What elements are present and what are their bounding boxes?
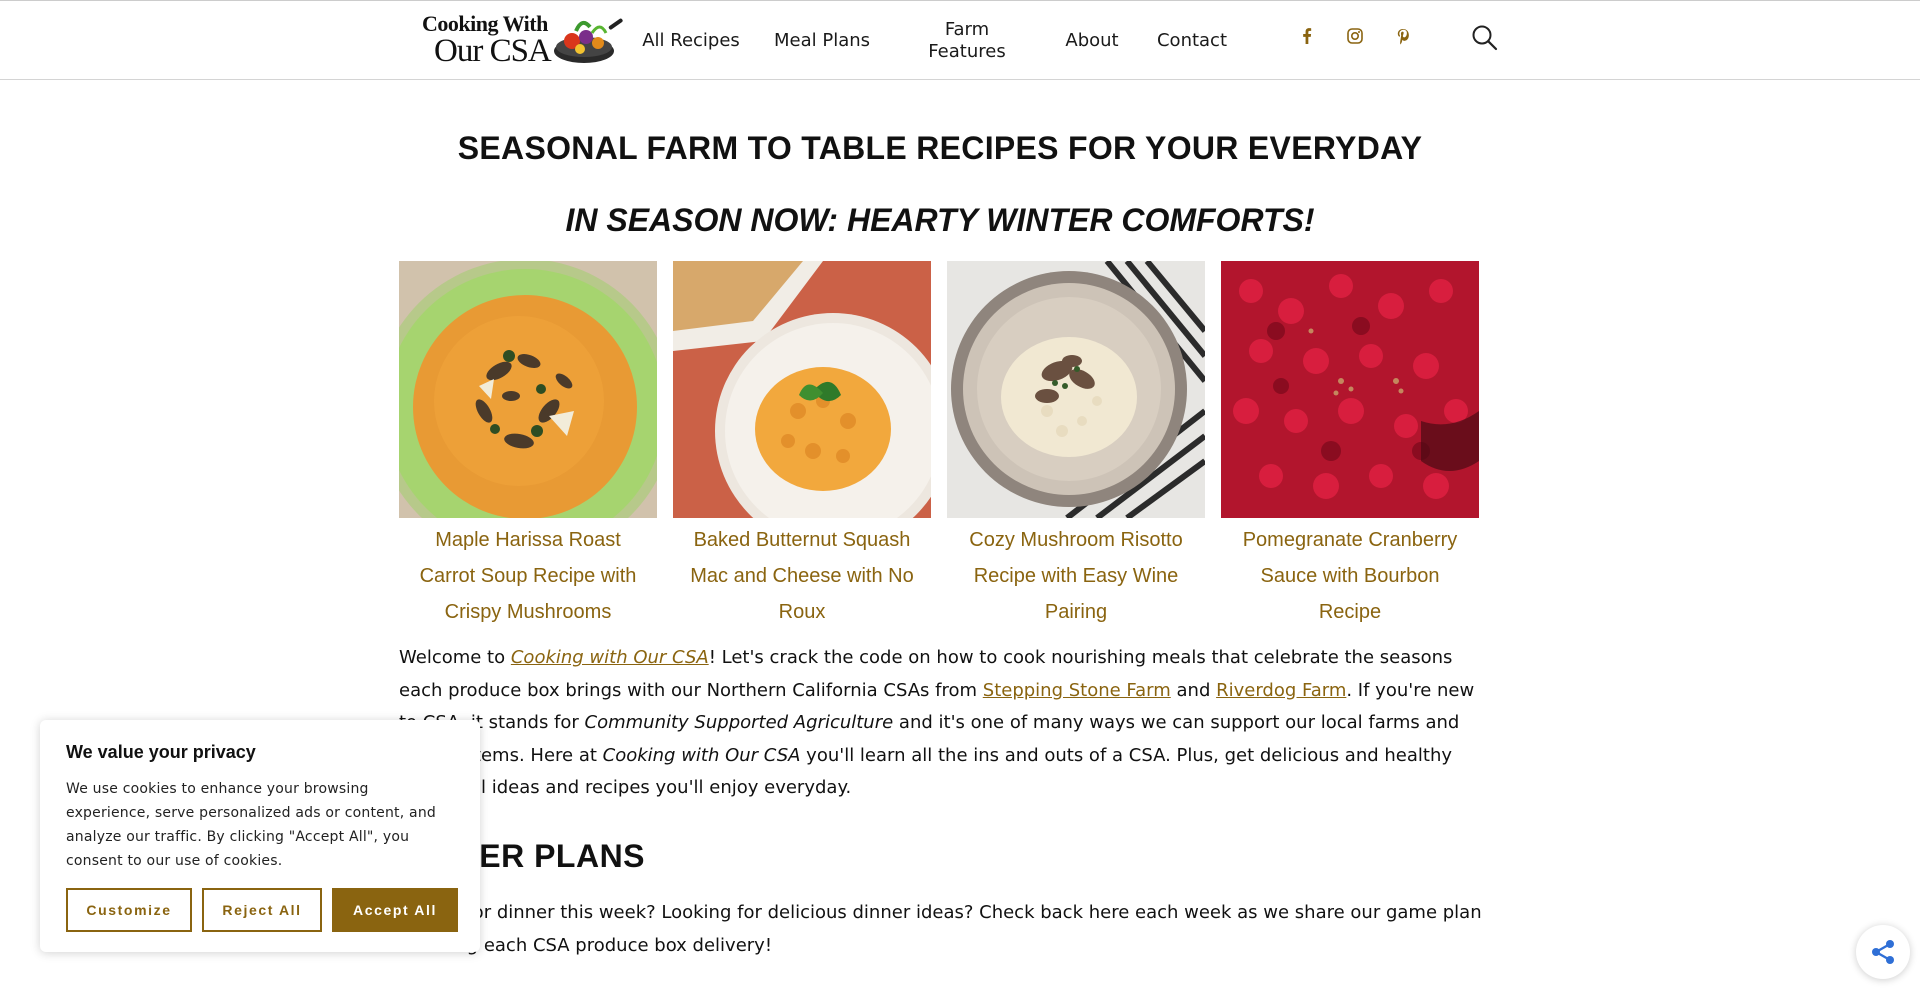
intro-text: Welcome to <box>399 647 511 668</box>
cookie-consent-panel: We value your privacy We use cookies to … <box>40 720 480 952</box>
search-icon[interactable] <box>1470 23 1500 53</box>
recipe-title-link[interactable]: Pomegranate Cranberry Sauce with Bourbon… <box>1221 522 1479 630</box>
intro-emphasis: Community Supported Agriculture <box>584 712 894 733</box>
link-riverdog-farm[interactable]: Riverdog Farm <box>1216 680 1346 701</box>
cookie-text: We use cookies to enhance your browsing … <box>66 781 436 869</box>
accept-all-button[interactable]: Accept All <box>332 888 458 932</box>
intro-paragraph: Welcome to Cooking with Our CSA! Let's c… <box>399 642 1489 805</box>
instagram-icon[interactable] <box>1344 25 1366 47</box>
nav-farm-features[interactable]: Farm Features <box>918 1 1016 81</box>
nav-meal-plans[interactable]: Meal Plans <box>772 1 872 81</box>
recipe-card: Cozy Mushroom Risotto Recipe with Easy W… <box>947 261 1205 630</box>
share-icon[interactable] <box>1856 925 1910 979</box>
recipe-image-mushroom-risotto[interactable] <box>947 261 1205 518</box>
page-title: SEASONAL FARM TO TABLE RECIPES FOR YOUR … <box>457 130 1423 166</box>
facebook-icon[interactable] <box>1296 25 1318 47</box>
intro-emphasis: Cooking with Our CSA <box>602 744 801 766</box>
logo-line2: Our CSA <box>434 33 552 69</box>
site-logo[interactable]: Cooking With Our CSA <box>420 9 623 69</box>
nav-about[interactable]: About <box>1060 1 1124 81</box>
recipe-card: Baked Butternut Squash Mac and Cheese wi… <box>673 261 931 630</box>
link-cooking-with-our-csa[interactable]: Cooking with Our CSA <box>511 647 709 668</box>
recipe-card-row: Maple Harissa Roast Carrot Soup Recipe w… <box>399 261 1479 631</box>
recipe-card: Maple Harissa Roast Carrot Soup Recipe w… <box>399 261 657 630</box>
recipe-title-link[interactable]: Maple Harissa Roast Carrot Soup Recipe w… <box>399 522 657 630</box>
recipe-card: Pomegranate Cranberry Sauce with Bourbon… <box>1221 261 1479 630</box>
section-paragraph: What's for dinner this week? Looking for… <box>399 902 1482 956</box>
site-header: Cooking With Our CSA All Recipes Meal Pl… <box>0 0 1920 80</box>
nav-contact[interactable]: Contact <box>1154 1 1230 81</box>
recipe-title-link[interactable]: Cozy Mushroom Risotto Recipe with Easy W… <box>947 522 1205 630</box>
customize-button[interactable]: Customize <box>66 888 192 932</box>
season-heading: IN SEASON NOW: HEARTY WINTER COMFORTS! <box>565 202 1315 238</box>
reject-all-button[interactable]: Reject All <box>202 888 322 932</box>
recipe-image-cranberry-sauce[interactable] <box>1221 261 1479 518</box>
recipe-title-link[interactable]: Baked Butternut Squash Mac and Cheese wi… <box>673 522 931 630</box>
intro-text: and <box>1170 679 1217 701</box>
nav-all-recipes[interactable]: All Recipes <box>640 1 742 81</box>
recipe-image-mac-cheese[interactable] <box>673 261 931 518</box>
skillet-vegetables-icon <box>554 18 623 63</box>
cookie-buttons: Customize Reject All Accept All <box>66 888 458 932</box>
recipe-image-carrot-soup[interactable] <box>399 261 657 518</box>
pinterest-icon[interactable] <box>1392 25 1414 47</box>
link-stepping-stone-farm[interactable]: Stepping Stone Farm <box>983 680 1171 701</box>
cookie-title: We value your privacy <box>66 742 256 762</box>
